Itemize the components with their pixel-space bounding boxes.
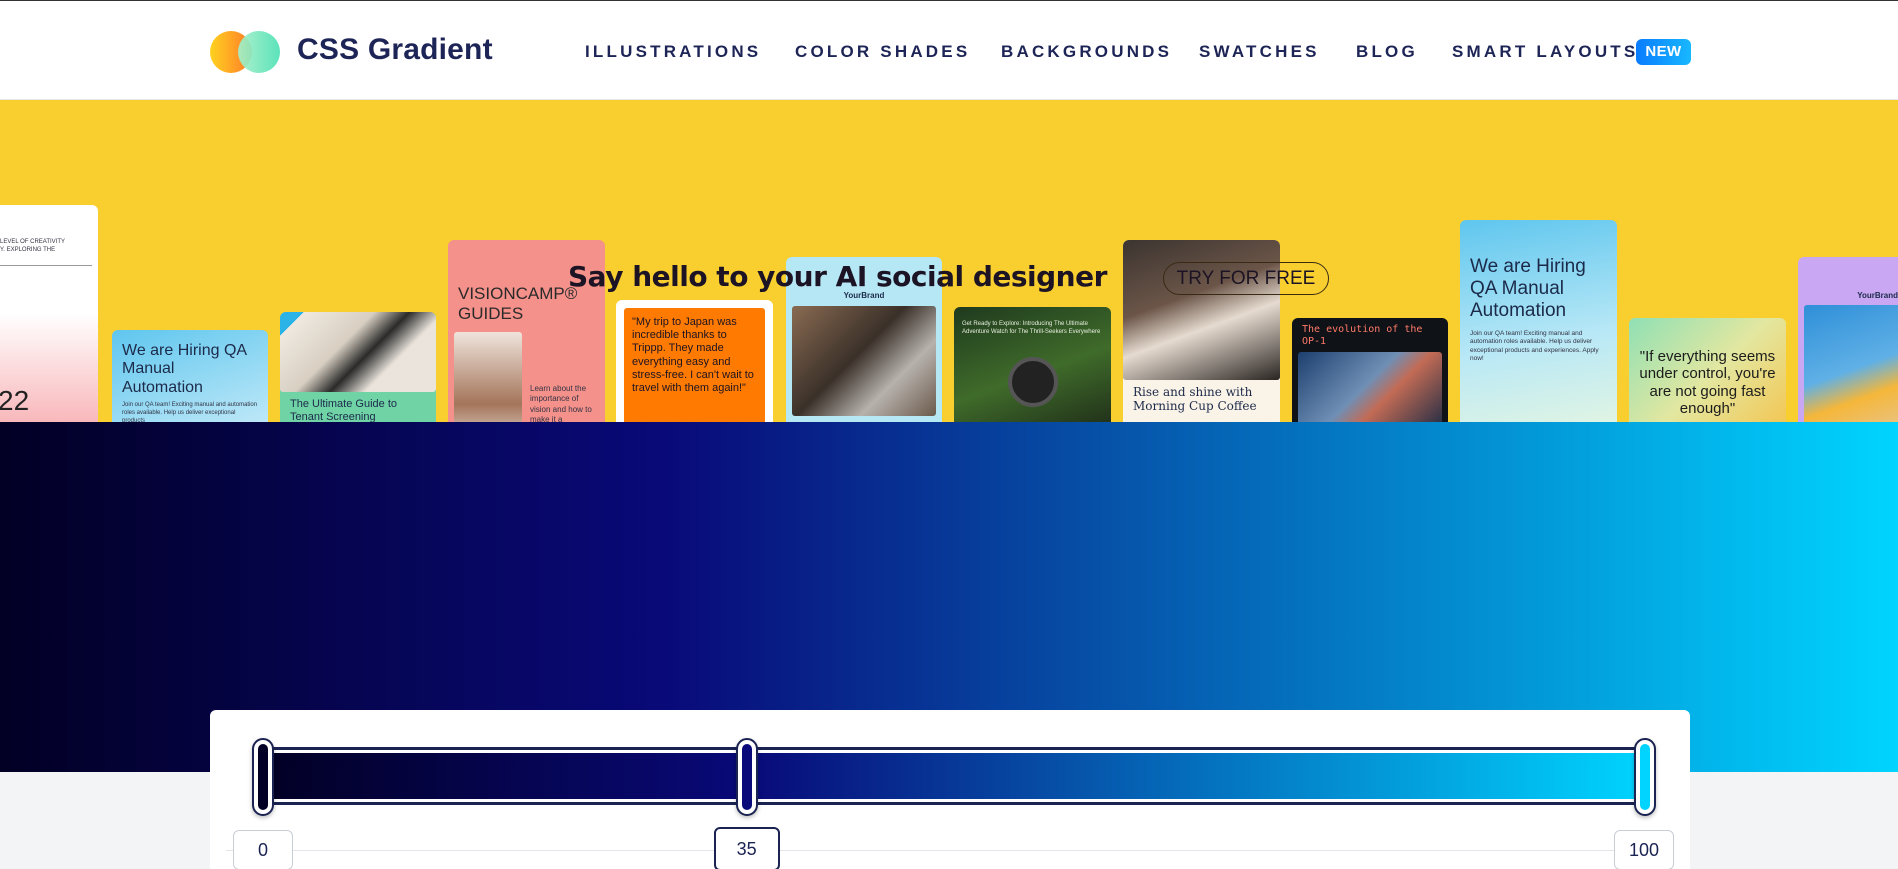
nav-blog[interactable]: BLOG	[1356, 42, 1418, 62]
ad-card: YourBrand	[1798, 257, 1898, 422]
watch-icon	[1008, 357, 1058, 407]
color-stop-position-input[interactable]: 35	[713, 827, 780, 869]
ad-card: LEVEL OF CREATIVITY Y. EXPLORING THE 22	[0, 205, 98, 422]
nav-smart-layouts[interactable]: SMART LAYOUTS	[1452, 42, 1638, 62]
ad-card-quote: "If everything seems under control, you'…	[1639, 348, 1776, 417]
color-stop-swatch	[258, 744, 268, 810]
try-for-free-button[interactable]: TRY FOR FREE	[1163, 262, 1329, 295]
ad-card: "My trip to Japan was incredible thanks …	[616, 300, 773, 422]
ad-card-text: LEVEL OF CREATIVITY Y. EXPLORING THE	[0, 239, 66, 253]
ad-card: Get Ready to Explore: Introducing The Ul…	[954, 307, 1111, 422]
ad-card-text: Learn about the importance of vision and…	[530, 384, 592, 422]
ad-card: We are Hiring QA Manual Automation Join …	[112, 330, 268, 422]
ad-card-text: Join our QA team! Exciting manual and au…	[1470, 330, 1599, 363]
logo-icon[interactable]	[210, 31, 280, 73]
ad-card: The Ultimate Guide to Tenant Screening	[280, 312, 436, 422]
ad-card-photo	[454, 332, 522, 422]
ad-card-title: Rise and shine with Morning Cup Coffee	[1133, 385, 1257, 413]
gradient-editor-panel: 0 35 100	[210, 710, 1690, 869]
ad-card-photo	[280, 312, 436, 392]
color-stop-handle[interactable]	[1634, 738, 1656, 816]
brand-name[interactable]: CSS Gradient	[297, 33, 493, 67]
new-badge: NEW	[1636, 39, 1691, 65]
ad-card-quote: "My trip to Japan was incredible thanks …	[624, 308, 765, 422]
ad-card-title: We are Hiring QA Manual Automation	[122, 342, 247, 396]
ad-card-text: Get Ready to Explore: Introducing The Ul…	[962, 321, 1101, 335]
color-stop-swatch	[1640, 744, 1650, 810]
color-stop-handle[interactable]	[735, 738, 758, 816]
ad-card-photo	[1804, 305, 1898, 422]
ad-card-title: The evolution of the OP-1	[1302, 324, 1423, 347]
nav-backgrounds[interactable]: BACKGROUNDS	[1001, 42, 1172, 62]
ad-banner[interactable]: LEVEL OF CREATIVITY Y. EXPLORING THE 22 …	[0, 100, 1898, 422]
ad-card-number: 22	[0, 385, 30, 416]
color-stop-handle[interactable]	[252, 738, 274, 816]
gradient-slider-track[interactable]	[257, 747, 1651, 805]
ad-card-title: The Ultimate Guide to Tenant Screening	[290, 398, 397, 422]
ad-headline: Say hello to your AI social designer	[568, 260, 1107, 293]
nav-color-shades[interactable]: COLOR SHADES	[795, 42, 970, 62]
nav-illustrations[interactable]: ILLUSTRATIONS	[585, 42, 761, 62]
site-header: CSS Gradient ILLUSTRATIONS COLOR SHADES …	[0, 0, 1898, 100]
nav-swatches[interactable]: SWATCHES	[1199, 42, 1320, 62]
scale-line	[226, 850, 1674, 851]
gradient-slider-fill	[263, 753, 1645, 799]
ad-card-title: We are Hiring QA Manual Automation	[1470, 256, 1586, 321]
ad-card-photo	[1298, 352, 1442, 422]
ad-card: We are Hiring QA Manual Automation Join …	[1460, 220, 1617, 422]
ad-card-photo	[792, 306, 936, 416]
ad-card-brand: YourBrand	[1857, 291, 1898, 300]
color-stop-position-input[interactable]: 100	[1614, 830, 1674, 869]
ad-card-text: Join our QA team! Exciting manual and au…	[122, 402, 258, 422]
color-stop-position-input[interactable]: 0	[233, 830, 293, 869]
ad-card: The evolution of the OP-1	[1292, 318, 1448, 422]
ad-card: "If everything seems under control, you'…	[1629, 318, 1786, 422]
color-stop-swatch	[741, 744, 752, 810]
ad-card-photo	[1123, 240, 1280, 380]
